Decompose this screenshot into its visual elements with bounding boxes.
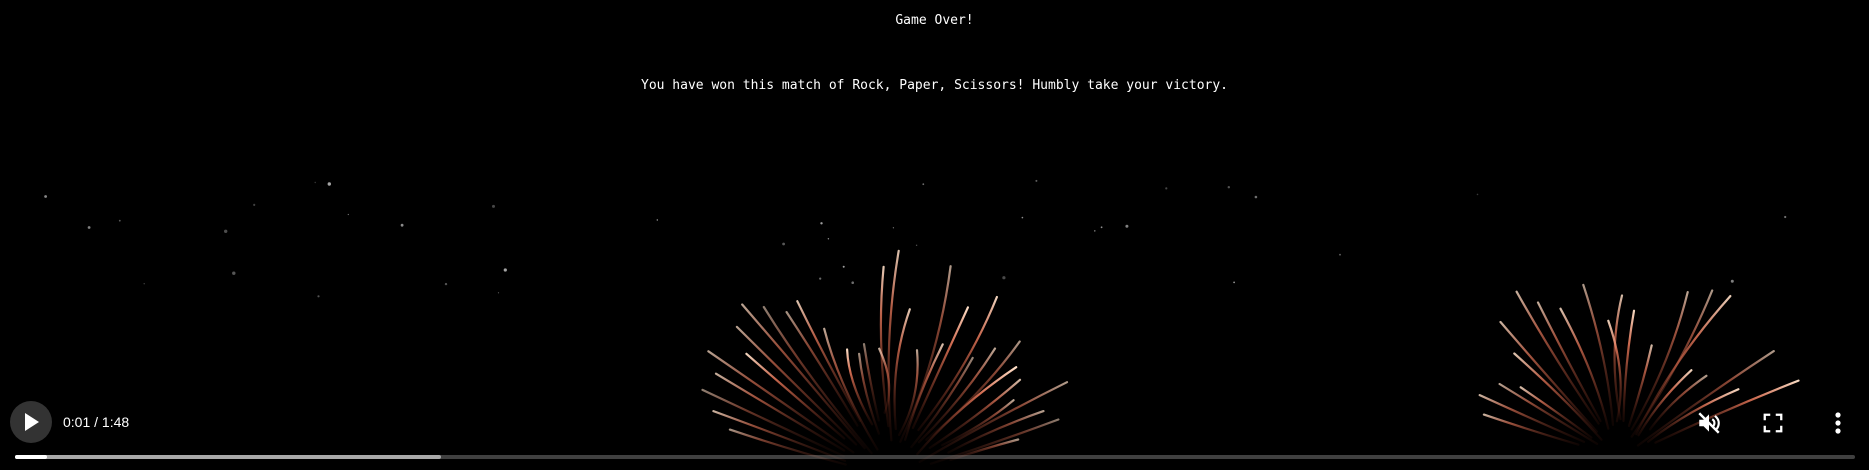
star-speck (1100, 226, 1103, 229)
star-speck (1002, 276, 1006, 280)
controls-gradient (0, 400, 1869, 470)
star-speck (915, 244, 918, 246)
star-speck (1233, 281, 1235, 284)
star-speck (1094, 230, 1096, 232)
star-speck (87, 226, 91, 229)
play-button[interactable] (10, 401, 52, 443)
star-speck (314, 181, 316, 184)
volume-muted-icon (1698, 412, 1720, 434)
game-over-title: Game Over! (895, 13, 974, 28)
play-icon (25, 413, 39, 431)
more-options-button[interactable] (1825, 410, 1851, 436)
buffered-bar (15, 455, 441, 459)
victory-message: You have won this match of Rock, Paper, … (641, 78, 1228, 93)
video-player[interactable] (0, 178, 1869, 470)
star-speck (1227, 186, 1231, 189)
star-speck (851, 281, 854, 284)
star-speck (1254, 195, 1258, 199)
played-bar (15, 455, 47, 459)
star-speck (347, 213, 349, 216)
star-speck (400, 223, 404, 227)
star-speck (892, 227, 895, 229)
star-speck (143, 283, 145, 285)
star-speck (497, 292, 500, 294)
mute-button[interactable] (1696, 410, 1722, 436)
star-speck (819, 277, 822, 280)
star-speck (118, 219, 121, 222)
star-speck (1035, 179, 1038, 182)
fullscreen-icon (1763, 413, 1783, 433)
star-speck (922, 183, 925, 186)
star-speck (782, 242, 785, 246)
more-options-icon (1835, 412, 1841, 434)
time-display: 0:01 / 1:48 (63, 414, 130, 430)
star-speck (317, 295, 320, 298)
star-speck (1784, 215, 1787, 219)
star-speck (820, 222, 823, 225)
star-speck (492, 204, 495, 208)
star-speck (1021, 216, 1024, 219)
star-speck (1165, 187, 1168, 190)
star-speck (656, 219, 658, 221)
star-speck (827, 238, 830, 240)
star-speck (503, 268, 507, 272)
star-speck (1125, 224, 1129, 228)
star-speck (1476, 193, 1479, 196)
fullscreen-button[interactable] (1760, 410, 1786, 436)
star-speck (1339, 253, 1341, 256)
star-speck (253, 203, 256, 206)
star-speck (44, 195, 47, 198)
progress-bar[interactable] (15, 455, 1855, 459)
star-speck (444, 282, 448, 286)
star-speck (224, 229, 228, 233)
star-speck (1730, 279, 1734, 283)
star-speck (232, 271, 236, 275)
star-speck (842, 265, 845, 268)
star-speck (327, 182, 331, 186)
